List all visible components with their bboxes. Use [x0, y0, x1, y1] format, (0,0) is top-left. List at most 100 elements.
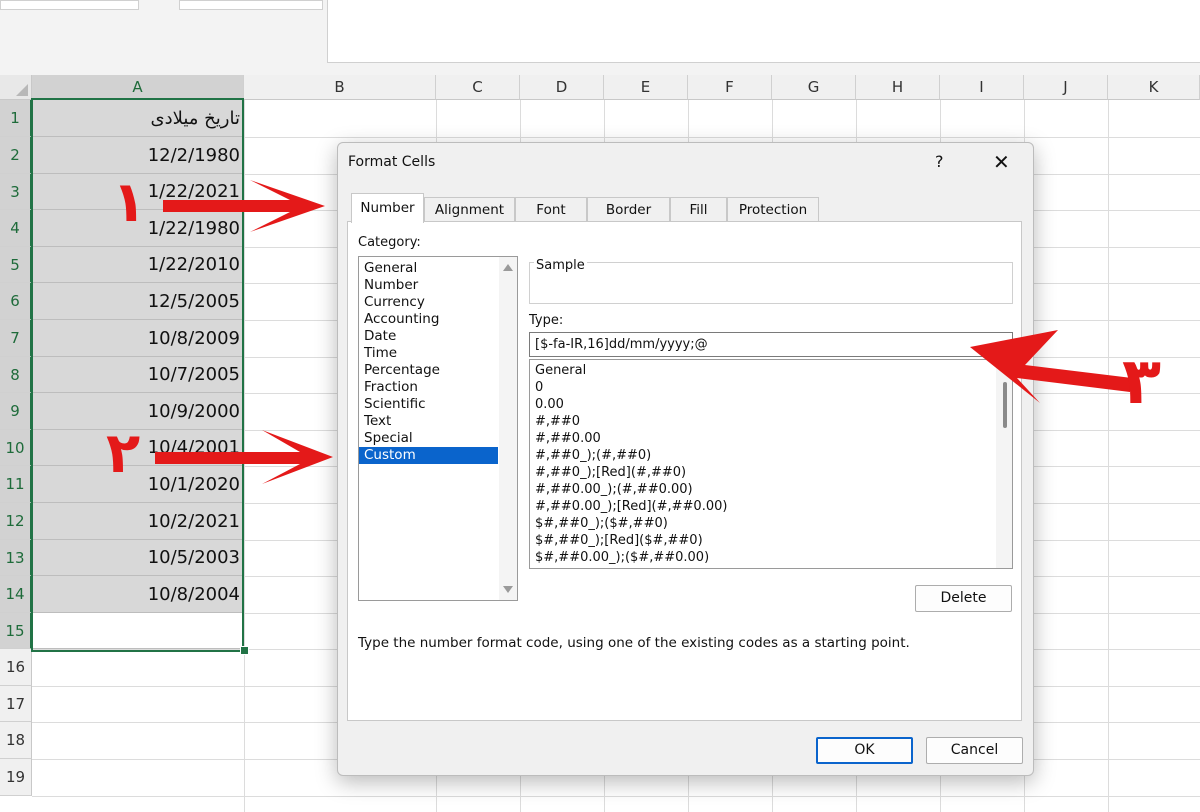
- ribbon-box-mid: [179, 0, 323, 10]
- column-header-a[interactable]: A: [32, 75, 244, 100]
- category-text[interactable]: Text: [359, 413, 498, 430]
- cell-a5[interactable]: 1/22/2010: [32, 247, 244, 283]
- category-custom[interactable]: Custom: [359, 447, 498, 464]
- format-code-item[interactable]: $#,##0.00_);($#,##0.00): [535, 549, 709, 566]
- category-number[interactable]: Number: [359, 277, 498, 294]
- format-code-list[interactable]: General 0 0.00 #,##0 #,##0.00 #,##0_);(#…: [529, 359, 1013, 569]
- cancel-button[interactable]: Cancel: [926, 737, 1023, 764]
- step-3-number: ۳: [1122, 345, 1162, 419]
- ok-button[interactable]: OK: [816, 737, 913, 764]
- format-code-item[interactable]: #,##0.00_);[Red](#,##0.00): [535, 498, 727, 515]
- category-general[interactable]: General: [359, 260, 498, 277]
- row-header-7[interactable]: 7: [0, 320, 32, 357]
- row-header-9[interactable]: 9: [0, 393, 32, 430]
- formula-area: [327, 0, 1200, 63]
- cell-a12[interactable]: 10/2/2021: [32, 503, 244, 540]
- category-scientific[interactable]: Scientific: [359, 396, 498, 413]
- column-header-e[interactable]: E: [604, 75, 688, 100]
- scroll-up-icon[interactable]: [503, 264, 513, 271]
- column-header-i[interactable]: I: [940, 75, 1024, 100]
- category-currency[interactable]: Currency: [359, 294, 498, 311]
- row-header-2[interactable]: 2: [0, 137, 32, 174]
- row-header-13[interactable]: 13: [0, 540, 32, 576]
- row-header-3[interactable]: 3: [0, 174, 32, 210]
- row-header-4[interactable]: 4: [0, 210, 32, 247]
- column-header-b[interactable]: B: [244, 75, 436, 100]
- row-header-10[interactable]: 10: [0, 430, 32, 466]
- format-code-item[interactable]: #,##0_);[Red](#,##0): [535, 464, 686, 481]
- format-code-item[interactable]: #,##0.00_);(#,##0.00): [535, 481, 693, 498]
- fill-handle[interactable]: [240, 646, 249, 655]
- scroll-down-icon[interactable]: [503, 586, 513, 593]
- category-special[interactable]: Special: [359, 430, 498, 447]
- tab-alignment[interactable]: Alignment: [424, 197, 515, 221]
- row-header-15[interactable]: 15: [0, 613, 32, 649]
- column-header-f[interactable]: F: [688, 75, 772, 100]
- type-input[interactable]: [$-fa-IR,16]dd/mm/yyyy;@: [529, 332, 1013, 357]
- category-date[interactable]: Date: [359, 328, 498, 345]
- column-header-j[interactable]: J: [1024, 75, 1108, 100]
- format-code-item[interactable]: #,##0_);(#,##0): [535, 447, 651, 464]
- format-code-item[interactable]: 0.00: [535, 396, 564, 413]
- sample-label: Sample: [534, 258, 587, 273]
- type-label: Type:: [529, 313, 564, 328]
- column-header-c[interactable]: C: [436, 75, 520, 100]
- format-cells-dialog: Format Cells ? ✕ Number Alignment Font B…: [337, 142, 1034, 776]
- row-header-17[interactable]: 17: [0, 686, 32, 722]
- row-header-12[interactable]: 12: [0, 503, 32, 540]
- tab-number[interactable]: Number: [351, 193, 424, 223]
- format-code-item[interactable]: $#,##0_);[Red]($#,##0): [535, 532, 703, 549]
- ribbon-box-left: [0, 0, 139, 10]
- hint-text: Type the number format code, using one o…: [358, 635, 910, 651]
- tab-border[interactable]: Border: [587, 197, 670, 221]
- cell-a7[interactable]: 10/8/2009: [32, 320, 244, 357]
- format-code-item[interactable]: General: [535, 362, 586, 379]
- cell-a15[interactable]: [32, 613, 244, 649]
- column-header-d[interactable]: D: [520, 75, 604, 100]
- scroll-thumb[interactable]: [1003, 382, 1007, 428]
- row-header-16[interactable]: 16: [0, 649, 32, 686]
- row-header-8[interactable]: 8: [0, 357, 32, 393]
- cell-a2[interactable]: 12/2/1980: [32, 137, 244, 174]
- dialog-title: Format Cells: [348, 154, 436, 170]
- ribbon-area: [0, 0, 1200, 75]
- number-tab-panel: Category: General Number Currency Accoun…: [347, 221, 1022, 721]
- category-scrollbar[interactable]: [499, 257, 517, 600]
- sample-box: [529, 262, 1013, 304]
- row-header-6[interactable]: 6: [0, 283, 32, 320]
- select-all-corner[interactable]: [0, 75, 32, 100]
- row-header-19[interactable]: 19: [0, 759, 32, 796]
- format-scrollbar[interactable]: [996, 360, 1012, 568]
- format-code-item[interactable]: #,##0.00: [535, 430, 601, 447]
- category-fraction[interactable]: Fraction: [359, 379, 498, 396]
- cell-a13[interactable]: 10/5/2003: [32, 540, 244, 576]
- column-header-h[interactable]: H: [856, 75, 940, 100]
- format-code-item[interactable]: $#,##0_);($#,##0): [535, 515, 668, 532]
- cell-a8[interactable]: 10/7/2005: [32, 357, 244, 393]
- category-percentage[interactable]: Percentage: [359, 362, 498, 379]
- step-2-number: ۲: [106, 421, 141, 486]
- tab-protection[interactable]: Protection: [727, 197, 819, 221]
- category-label: Category:: [358, 235, 421, 250]
- category-list[interactable]: General Number Currency Accounting Date …: [358, 256, 518, 601]
- row-header-1[interactable]: 1: [0, 100, 32, 137]
- row-header-11[interactable]: 11: [0, 466, 32, 503]
- column-header-g[interactable]: G: [772, 75, 856, 100]
- row-header-18[interactable]: 18: [0, 722, 32, 759]
- column-header-k[interactable]: K: [1108, 75, 1200, 100]
- help-icon[interactable]: ?: [935, 152, 944, 171]
- tab-font[interactable]: Font: [515, 197, 587, 221]
- format-code-item[interactable]: 0: [535, 379, 543, 396]
- cell-a14[interactable]: 10/8/2004: [32, 576, 244, 613]
- tab-fill[interactable]: Fill: [670, 197, 727, 221]
- category-time[interactable]: Time: [359, 345, 498, 362]
- delete-button[interactable]: Delete: [915, 585, 1012, 612]
- step-1-number: ۱: [112, 170, 147, 235]
- format-code-item[interactable]: #,##0: [535, 413, 580, 430]
- close-icon[interactable]: ✕: [993, 150, 1010, 174]
- cell-a6[interactable]: 12/5/2005: [32, 283, 244, 320]
- category-accounting[interactable]: Accounting: [359, 311, 498, 328]
- row-header-5[interactable]: 5: [0, 247, 32, 283]
- row-header-14[interactable]: 14: [0, 576, 32, 613]
- cell-a1[interactable]: تاریخ میلادی: [32, 100, 244, 137]
